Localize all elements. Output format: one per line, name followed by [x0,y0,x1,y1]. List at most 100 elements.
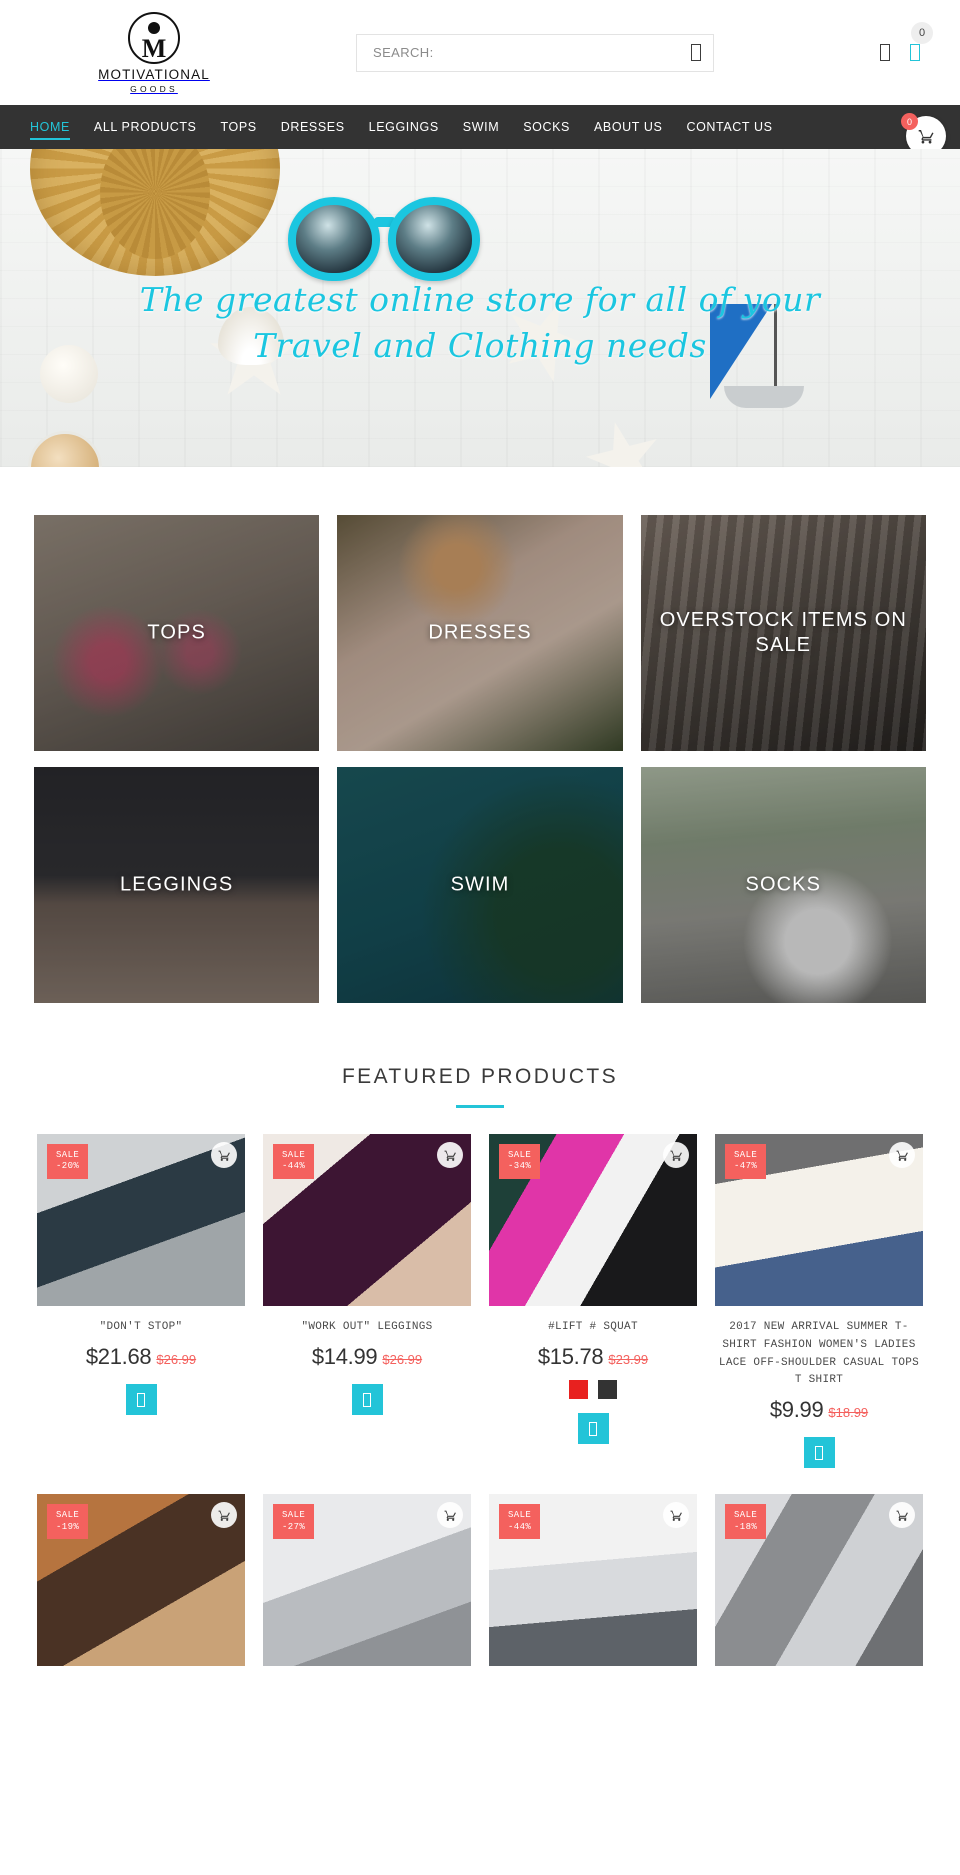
product-old-price: $26.99 [156,1351,197,1367]
category-label: SWIM [450,873,510,896]
category-label: DRESSES [428,621,532,644]
category-label: OVERSTOCK ITEMS ON SALE [659,609,907,656]
product-image-wrap[interactable]: SALE -47% [715,1134,923,1306]
search-box[interactable] [356,33,714,72]
product-old-price: $18.99 [828,1405,869,1421]
nav-item-all-products[interactable]: ALL PRODUCTS [94,105,197,149]
product-price-row: $9.99 $18.99 [715,1397,923,1423]
add-to-cart-button[interactable] [351,1383,383,1415]
product-price: $15.78 [537,1343,604,1369]
product-image-wrap[interactable]: SALE -34% [489,1134,697,1306]
product-card[interactable]: SALE -44% [480,1494,706,1667]
sale-badge: SALE -20% [47,1144,89,1179]
nav-item-leggings[interactable]: LEGGINGS [369,105,439,149]
sale-badge: SALE -44% [273,1144,315,1179]
floating-cart-count: 0 [901,113,918,130]
sale-badge: SALE -27% [273,1504,315,1539]
category-label: LEGGINGS [120,873,234,896]
product-image-wrap[interactable]: SALE -18% [715,1494,923,1667]
category-tile-tops[interactable]: TOPS [34,515,320,751]
sale-badge: SALE -18% [725,1504,767,1539]
nav-item-tops[interactable]: TOPS [221,105,257,149]
add-to-cart-button[interactable] [803,1437,835,1469]
category-label: TOPS [147,621,206,644]
product-price-row: $15.78 $23.99 [489,1344,697,1370]
category-label: SOCKS [745,873,822,896]
search-icon[interactable] [691,44,701,61]
product-image-wrap[interactable]: SALE -19% [37,1494,245,1667]
product-old-price: $23.99 [608,1351,649,1367]
product-card[interactable]: SALE -34% #LIFT # SQUAT $15.78 $23.99 [480,1134,706,1468]
nav-item-swim[interactable]: SWIM [463,105,499,149]
product-image-wrap[interactable]: SALE -27% [263,1494,471,1667]
add-to-cart-button[interactable] [577,1412,609,1444]
product-price: $9.99 [769,1397,824,1423]
shopping-cart-icon [918,129,934,144]
category-row: LEGGINGS SWIM SOCKS [34,767,926,1003]
product-card[interactable]: SALE -47% 2017 NEW ARRIVAL SUMMER T-SHIRT … [706,1134,932,1469]
quick-add-cart-icon[interactable] [663,1142,689,1168]
product-image-wrap[interactable]: SALE -20% [37,1134,245,1306]
product-card[interactable]: SALE -20% "DON'T STOP" $21.68 $26.99 [28,1134,254,1468]
logo-letter: M [141,33,167,63]
storefront-page: M MOTIVATIONAL GOODS 0 HOME ALL PRODUCTS… [0,0,960,1692]
nav-item-dresses[interactable]: DRESSES [281,105,345,149]
product-card[interactable]: SALE -27% [254,1494,480,1667]
product-title: "DON'T STOP" [99,1321,183,1333]
product-price-row: $21.68 $26.99 [37,1344,245,1370]
quick-add-cart-icon[interactable] [211,1142,237,1168]
product-price: $21.68 [85,1343,152,1369]
logo-dot [148,21,160,34]
nav-item-home[interactable]: HOME [30,105,70,149]
sale-badge: SALE -34% [499,1144,541,1179]
sunglasses-decoration [288,197,488,289]
quick-add-cart-icon[interactable] [889,1142,915,1168]
logo-name: MOTIVATIONAL [98,66,210,82]
header-icon-group: 0 [786,22,936,61]
hero-headline-line1: The greatest online store for all of you… [139,280,821,319]
category-row: TOPS DRESSES OVERSTOCK ITEMS ON SALE [34,515,926,751]
nav-item-about-us[interactable]: ABOUT US [594,105,662,149]
nav-item-socks[interactable]: SOCKS [523,105,570,149]
category-tile-socks[interactable]: SOCKS [640,767,926,1003]
category-tile-swim[interactable]: SWIM [337,767,623,1003]
product-grid: SALE -20% "DON'T STOP" $21.68 $26.99 SALE -44%… [0,1108,960,1692]
product-title: 2017 NEW ARRIVAL SUMMER T-SHIRT FASHION … [718,1321,920,1387]
product-image-wrap[interactable]: SALE -44% [489,1494,697,1667]
color-swatch[interactable] [569,1379,588,1399]
sale-badge: SALE -44% [499,1504,541,1539]
quick-add-cart-icon[interactable] [437,1142,463,1168]
category-tile-overstock[interactable]: OVERSTOCK ITEMS ON SALE [640,515,926,751]
product-title: #LIFT # SQUAT [548,1321,638,1333]
product-card[interactable]: SALE -44% "WORK OUT" LEGGINGS $14.99 $26.99 [254,1134,480,1468]
hero-headline-line2: Travel and Clothing needs [253,325,707,365]
add-to-cart-button[interactable] [125,1383,157,1415]
nav-item-contact-us[interactable]: CONTACT US [686,105,772,149]
site-header: M MOTIVATIONAL GOODS 0 [0,0,960,105]
sale-badge: SALE -47% [725,1144,767,1179]
product-card[interactable]: SALE -19% [28,1494,254,1667]
logo-mark-icon: M [128,11,180,64]
logo-subtitle: GOODS [130,83,178,94]
search-area [284,33,786,72]
category-tile-dresses[interactable]: DRESSES [337,515,623,751]
sale-badge: SALE -19% [47,1504,89,1539]
product-card[interactable]: SALE -18% [706,1494,932,1667]
product-price-row: $14.99 $26.99 [263,1344,471,1370]
featured-products-title: FEATURED PRODUCTS [341,1065,619,1088]
hero-headline: The greatest online store for all of you… [0,277,960,368]
color-swatches [489,1379,697,1399]
product-title: "WORK OUT" LEGGINGS [301,1321,433,1333]
product-image-wrap[interactable]: SALE -44% [263,1134,471,1306]
product-old-price: $26.99 [382,1351,423,1367]
account-icon[interactable] [880,44,890,61]
main-navigation: HOME ALL PRODUCTS TOPS DRESSES LEGGINGS … [0,105,960,156]
site-logo[interactable]: M MOTIVATIONAL GOODS [24,11,284,94]
category-grid: TOPS DRESSES OVERSTOCK ITEMS ON SALE LEG… [0,467,960,1003]
featured-products-header: FEATURED PRODUCTS [0,1019,960,1108]
header-cart-icon[interactable]: 0 [910,22,933,61]
color-swatch[interactable] [598,1379,617,1399]
category-tile-leggings[interactable]: LEGGINGS [34,767,320,1003]
search-input[interactable] [373,45,691,60]
header-cart-count: 0 [911,22,933,44]
